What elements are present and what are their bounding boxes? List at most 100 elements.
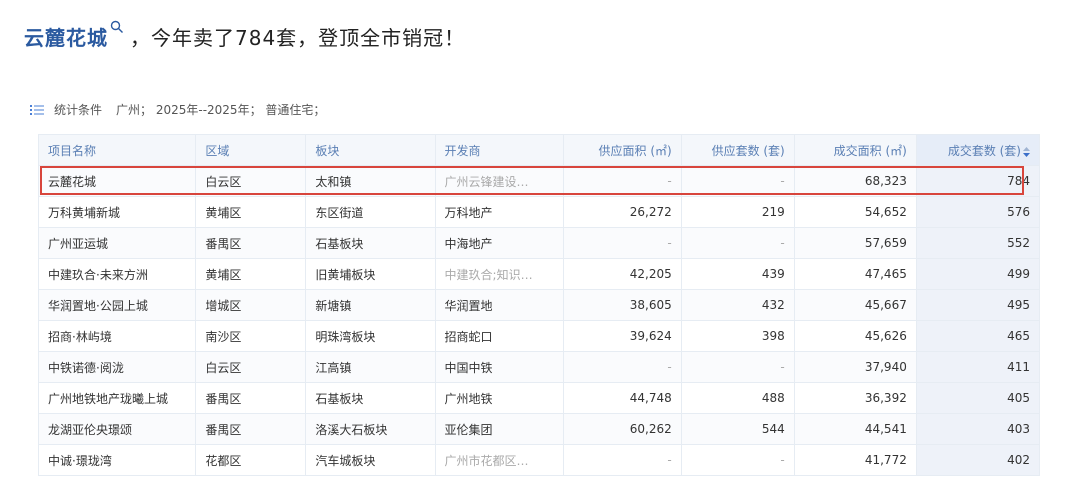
cell-developer: 华润置地 xyxy=(434,289,564,321)
table-row[interactable]: 广州亚运城 番禺区 石基板块 中海地产 - -57,659 552 xyxy=(37,227,1041,259)
cell-district: 南沙区 xyxy=(195,320,307,352)
table-row[interactable]: 龙湖亚伦央璟颂 番禺区 洛溪大石板块 亚伦集团 60,262 544 44,541 403 xyxy=(37,413,1041,445)
cell-district: 番禺区 xyxy=(195,413,307,445)
cell-district: 黄埔区 xyxy=(195,196,307,228)
cell-area-block: 太和镇 xyxy=(305,165,436,197)
cell-deal-units: 411 xyxy=(915,351,1041,383)
article-headline: 云麓花城 ，今年卖了784套，登顶全市销冠！ xyxy=(24,20,466,51)
cell-supply-units: 219 xyxy=(680,196,795,228)
sales-table: 项目名称 区域 板块 开发商 供应面积 (㎡) 供应套数 (套) 成交面积 (㎡… xyxy=(37,134,1041,476)
col-header-supply-units[interactable]: 供应套数 (套) xyxy=(680,134,795,166)
col-header-supply-area[interactable]: 供应面积 (㎡) xyxy=(562,134,682,166)
cell-project: 云麓花城 xyxy=(37,165,197,197)
table-row[interactable]: 中诚·璟珑湾 花都区 汽车城板块 广州市花都区… - -41,772 402 xyxy=(37,444,1041,476)
table-header-row: 项目名称 区域 板块 开发商 供应面积 (㎡) 供应套数 (套) 成交面积 (㎡… xyxy=(37,134,1041,166)
cell-area-block: 汽车城板块 xyxy=(305,444,436,476)
cell-deal-units: 499 xyxy=(915,258,1041,290)
table-row[interactable]: 广州地铁地产珑曦上城 番禺区 石基板块 广州地铁 44,748 488 36,392 405 xyxy=(37,382,1041,414)
table-row[interactable]: 华润置地·公园上城 增城区 新塘镇 华润置地 38,605 432 45,667 495 xyxy=(37,289,1041,321)
cell-developer: 中建玖合;知识… xyxy=(434,258,564,290)
cell-developer: 招商蛇口 xyxy=(434,320,564,352)
list-icon xyxy=(30,104,44,116)
headline-text: ，今年卖了784套，登顶全市销冠！ xyxy=(130,26,466,50)
cell-supply-area: 26,272 xyxy=(562,196,682,228)
cell-project: 华润置地·公园上城 xyxy=(37,289,197,321)
cell-deal-area: 54,652 xyxy=(793,196,917,228)
table-row[interactable]: 中建玖合·未来方洲 黄埔区 旧黄埔板块 中建玖合;知识… 42,205 439 47,465… xyxy=(37,258,1041,290)
cell-area-block: 江高镇 xyxy=(305,351,436,383)
cell-deal-units: 495 xyxy=(915,289,1041,321)
cell-area-block: 新塘镇 xyxy=(305,289,436,321)
cell-deal-area: 44,541 xyxy=(793,413,917,445)
cell-supply-area: 60,262 xyxy=(562,413,682,445)
cell-district: 番禺区 xyxy=(195,382,307,414)
cell-supply-area: 39,624 xyxy=(562,320,682,352)
col-header-developer[interactable]: 开发商 xyxy=(434,134,564,166)
cell-deal-area: 45,626 xyxy=(793,320,917,352)
cell-supply-units: - xyxy=(680,165,795,197)
cell-project: 万科黄埔新城 xyxy=(37,196,197,228)
cell-supply-units: 488 xyxy=(680,382,795,414)
sort-icon[interactable] xyxy=(1023,146,1030,157)
cell-project: 招商·林屿境 xyxy=(37,320,197,352)
cell-project: 广州亚运城 xyxy=(37,227,197,259)
col-header-project[interactable]: 项目名称 xyxy=(37,134,197,166)
cell-developer: 中海地产 xyxy=(434,227,564,259)
cell-supply-area: 44,748 xyxy=(562,382,682,414)
cell-district: 白云区 xyxy=(195,165,307,197)
table-row[interactable]: 招商·林屿境 南沙区 明珠湾板块 招商蛇口 39,624 398 45,626 465 xyxy=(37,320,1041,352)
cell-deal-area: 36,392 xyxy=(793,382,917,414)
cell-deal-units: 552 xyxy=(915,227,1041,259)
cell-area-block: 明珠湾板块 xyxy=(305,320,436,352)
cell-developer: 中国中铁 xyxy=(434,351,564,383)
table-row[interactable]: 万科黄埔新城 黄埔区 东区街道 万科地产 26,272 219 54,652 576 xyxy=(37,196,1041,228)
sales-table-container: 项目名称 区域 板块 开发商 供应面积 (㎡) 供应套数 (套) 成交面积 (㎡… xyxy=(37,134,1041,476)
cell-supply-units: - xyxy=(680,351,795,383)
cell-supply-area: 42,205 xyxy=(562,258,682,290)
table-row[interactable]: 中铁诺德·阅泷 白云区 江高镇 中国中铁 - -37,940 411 xyxy=(37,351,1041,383)
col-header-deal-units[interactable]: 成交套数 (套) xyxy=(915,134,1041,166)
cell-project: 龙湖亚伦央璟颂 xyxy=(37,413,197,445)
cell-district: 黄埔区 xyxy=(195,258,307,290)
cell-district: 白云区 xyxy=(195,351,307,383)
col-header-district[interactable]: 区域 xyxy=(195,134,307,166)
cell-project: 中铁诺德·阅泷 xyxy=(37,351,197,383)
col-header-area-block[interactable]: 板块 xyxy=(305,134,436,166)
cell-developer: 广州云锋建设… xyxy=(434,165,564,197)
project-link[interactable]: 云麓花城 xyxy=(24,22,108,51)
cell-deal-units: 576 xyxy=(915,196,1041,228)
cell-area-block: 洛溪大石板块 xyxy=(305,413,436,445)
cell-area-block: 东区街道 xyxy=(305,196,436,228)
cell-district: 增城区 xyxy=(195,289,307,321)
cell-supply-area: - xyxy=(562,351,682,383)
cell-project: 广州地铁地产珑曦上城 xyxy=(37,382,197,414)
cell-area-block: 石基板块 xyxy=(305,227,436,259)
filter-criteria: 广州； 2025年--2025年； 普通住宅； xyxy=(116,103,326,117)
cell-supply-units: 398 xyxy=(680,320,795,352)
cell-deal-units: 402 xyxy=(915,444,1041,476)
cell-supply-units: - xyxy=(680,444,795,476)
cell-deal-area: 41,772 xyxy=(793,444,917,476)
cell-deal-units: 405 xyxy=(915,382,1041,414)
cell-developer: 广州市花都区… xyxy=(434,444,564,476)
filter-bar: 统计条件 广州； 2025年--2025年； 普通住宅； xyxy=(30,101,325,118)
cell-supply-units: 544 xyxy=(680,413,795,445)
cell-deal-units: 403 xyxy=(915,413,1041,445)
cell-deal-area: 45,667 xyxy=(793,289,917,321)
col-header-deal-area[interactable]: 成交面积 (㎡) xyxy=(793,134,917,166)
cell-developer: 万科地产 xyxy=(434,196,564,228)
cell-developer: 广州地铁 xyxy=(434,382,564,414)
cell-deal-area: 68,323 xyxy=(793,165,917,197)
cell-deal-units: 465 xyxy=(915,320,1041,352)
cell-district: 番禺区 xyxy=(195,227,307,259)
cell-supply-area: - xyxy=(562,165,682,197)
filter-label: 统计条件 xyxy=(54,103,103,117)
col-header-deal-units-label: 成交套数 (套) xyxy=(947,143,1021,158)
cell-deal-units: 784 xyxy=(915,165,1041,197)
cell-supply-area: - xyxy=(562,444,682,476)
cell-deal-area: 37,940 xyxy=(793,351,917,383)
table-row[interactable]: 云麓花城 白云区 太和镇 广州云锋建设… - -68,323 784 xyxy=(37,165,1041,197)
cell-supply-units: 439 xyxy=(680,258,795,290)
search-icon[interactable] xyxy=(110,20,124,34)
cell-developer: 亚伦集团 xyxy=(434,413,564,445)
